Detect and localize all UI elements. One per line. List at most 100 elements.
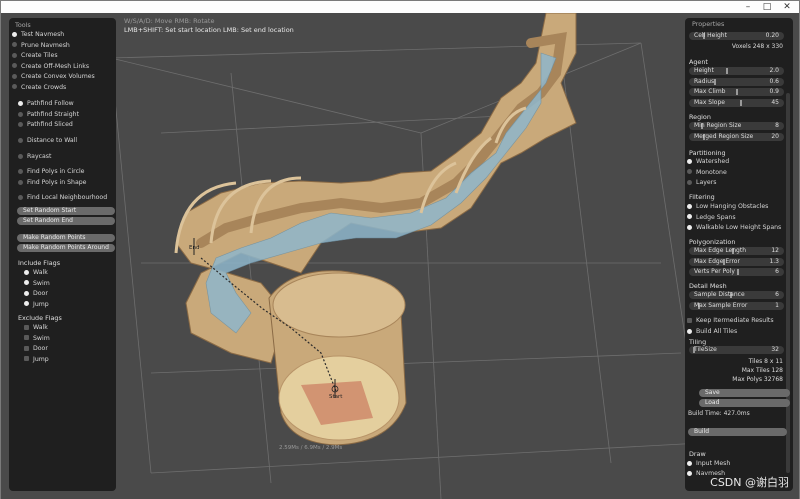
- slider-knob[interactable]: [740, 99, 742, 106]
- test-mode-option[interactable]: Raycast: [18, 152, 108, 161]
- radio-icon[interactable]: [18, 168, 23, 174]
- property-slider[interactable]: Merged Region Size 20: [689, 132, 784, 141]
- radio-icon[interactable]: [12, 52, 17, 58]
- property-slider[interactable]: Verts Per Poly 6: [689, 268, 784, 276]
- radio-icon[interactable]: [18, 137, 23, 143]
- checkbox-icon[interactable]: [24, 324, 29, 330]
- test-mode-option[interactable]: Pathfind Sliced: [18, 120, 108, 129]
- exclude-flag[interactable]: Swim: [24, 334, 108, 343]
- include-flag[interactable]: Jump: [24, 300, 108, 309]
- property-slider[interactable]: Cell Height 0.20: [689, 32, 784, 40]
- save-button[interactable]: Save: [699, 389, 790, 397]
- partition-option[interactable]: Layers: [687, 178, 785, 187]
- checkbox-icon[interactable]: [687, 317, 692, 323]
- checkbox-icon[interactable]: [24, 356, 29, 361]
- radio-icon[interactable]: [18, 100, 23, 106]
- tool-option[interactable]: Create Crowds: [12, 83, 108, 92]
- partition-option[interactable]: Watershed: [687, 157, 785, 166]
- minimize-icon[interactable]: –: [739, 1, 757, 13]
- property-slider[interactable]: Min Region Size 8: [689, 122, 784, 130]
- exclude-flag[interactable]: Jump: [24, 355, 108, 364]
- test-mode-option[interactable]: Pathfind Straight: [18, 110, 108, 119]
- radio-icon[interactable]: [687, 158, 692, 164]
- radio-icon[interactable]: [18, 194, 23, 200]
- radio-icon[interactable]: [687, 470, 692, 476]
- option-label: Pathfind Follow: [27, 100, 74, 107]
- exclude-flag[interactable]: Door: [24, 344, 108, 353]
- property-slider[interactable]: Max Sample Error 1: [689, 301, 784, 310]
- 3d-viewport[interactable]: W/S/A/D: Move RMB: Rotate LMB+SHIFT: Set…: [1, 13, 799, 499]
- draw-input-mesh-option[interactable]: Input Mesh: [687, 459, 785, 468]
- radio-icon[interactable]: [687, 169, 692, 174]
- build-button[interactable]: Build: [688, 428, 787, 436]
- option-label: Layers: [696, 179, 717, 186]
- test-mode-option[interactable]: Find Polys in Shape: [18, 178, 108, 187]
- test-mode-option[interactable]: Find Polys in Circle: [18, 167, 108, 176]
- slider-knob[interactable]: [736, 89, 738, 95]
- checkbox-icon[interactable]: [24, 335, 29, 340]
- property-slider[interactable]: Max Slope 45: [689, 98, 784, 107]
- radio-icon[interactable]: [12, 42, 17, 47]
- radio-icon[interactable]: [12, 63, 17, 68]
- filter-option[interactable]: Ledge Spans: [687, 213, 785, 222]
- radio-icon[interactable]: [24, 290, 29, 296]
- slider-label: Height: [694, 67, 714, 74]
- radio-icon[interactable]: [687, 224, 692, 230]
- close-icon[interactable]: ✕: [778, 1, 796, 13]
- property-slider[interactable]: Max Edge Error 1.3: [689, 257, 784, 266]
- slider-label: TileSize: [694, 346, 717, 353]
- radio-icon[interactable]: [24, 269, 29, 275]
- checkbox-icon[interactable]: [24, 345, 29, 351]
- build-all-tiles-checkbox[interactable]: Build All Tiles: [687, 327, 785, 336]
- radio-icon[interactable]: [24, 301, 29, 306]
- radio-icon[interactable]: [687, 460, 692, 466]
- radio-icon[interactable]: [24, 280, 29, 285]
- slider-value: 6: [775, 268, 779, 275]
- maximize-icon[interactable]: □: [758, 1, 776, 13]
- properties-scrollbar[interactable]: [786, 93, 790, 473]
- radio-icon[interactable]: [687, 203, 692, 209]
- keep-intermediate-checkbox[interactable]: Keep Itermediate Results: [687, 316, 785, 325]
- filter-option[interactable]: Low Hanging Obstacles: [687, 202, 785, 211]
- tool-option[interactable]: Test Navmesh: [12, 30, 108, 39]
- tool-button[interactable]: Make Random Points Around: [17, 244, 115, 252]
- include-flag[interactable]: Door: [24, 289, 108, 298]
- radio-icon[interactable]: [18, 153, 23, 159]
- property-slider[interactable]: Height 2.0: [689, 67, 784, 75]
- load-button[interactable]: Load: [699, 399, 790, 407]
- property-slider[interactable]: Radius 0.6: [689, 77, 784, 86]
- property-slider[interactable]: Max Edge Length 12: [689, 247, 784, 255]
- property-slider[interactable]: TileSize 32: [689, 346, 784, 354]
- tool-option[interactable]: Create Convex Volumes: [12, 72, 108, 81]
- radio-icon[interactable]: [18, 121, 23, 127]
- radio-icon[interactable]: [18, 111, 23, 117]
- test-mode-option[interactable]: Distance to Wall: [18, 136, 108, 145]
- radio-icon[interactable]: [687, 179, 692, 185]
- radio-icon[interactable]: [687, 214, 692, 219]
- radio-icon[interactable]: [12, 31, 17, 37]
- radio-icon[interactable]: [12, 84, 17, 89]
- tool-button[interactable]: Set Random Start: [17, 207, 115, 215]
- frame-stats: 2.59Ms / 6.9Ms / 2.9Ms: [279, 445, 343, 451]
- test-mode-option[interactable]: Find Local Neighbourhood: [18, 193, 108, 202]
- test-mode-option[interactable]: Pathfind Follow: [18, 99, 108, 108]
- radio-icon[interactable]: [687, 328, 692, 334]
- tool-option[interactable]: Create Tiles: [12, 51, 108, 60]
- radio-icon[interactable]: [18, 179, 23, 185]
- option-label: Jump: [33, 300, 49, 308]
- radio-icon[interactable]: [12, 73, 17, 79]
- tool-option[interactable]: Prune Navmesh: [12, 41, 108, 50]
- partition-option[interactable]: Monotone: [687, 168, 785, 177]
- filter-option[interactable]: Walkable Low Height Spans: [687, 223, 785, 232]
- slider-knob[interactable]: [726, 68, 728, 74]
- include-flag[interactable]: Swim: [24, 279, 108, 288]
- tool-button[interactable]: Make Random Points: [17, 234, 115, 242]
- slider-knob[interactable]: [714, 78, 716, 85]
- exclude-flag[interactable]: Walk: [24, 323, 108, 332]
- property-slider[interactable]: Max Climb 0.9: [689, 88, 784, 96]
- tool-option[interactable]: Create Off-Mesh Links: [12, 62, 108, 71]
- slider-knob[interactable]: [737, 269, 739, 275]
- tool-button[interactable]: Set Random End: [17, 217, 115, 225]
- include-flag[interactable]: Walk: [24, 268, 108, 277]
- property-slider[interactable]: Sample Distance 6: [689, 291, 784, 299]
